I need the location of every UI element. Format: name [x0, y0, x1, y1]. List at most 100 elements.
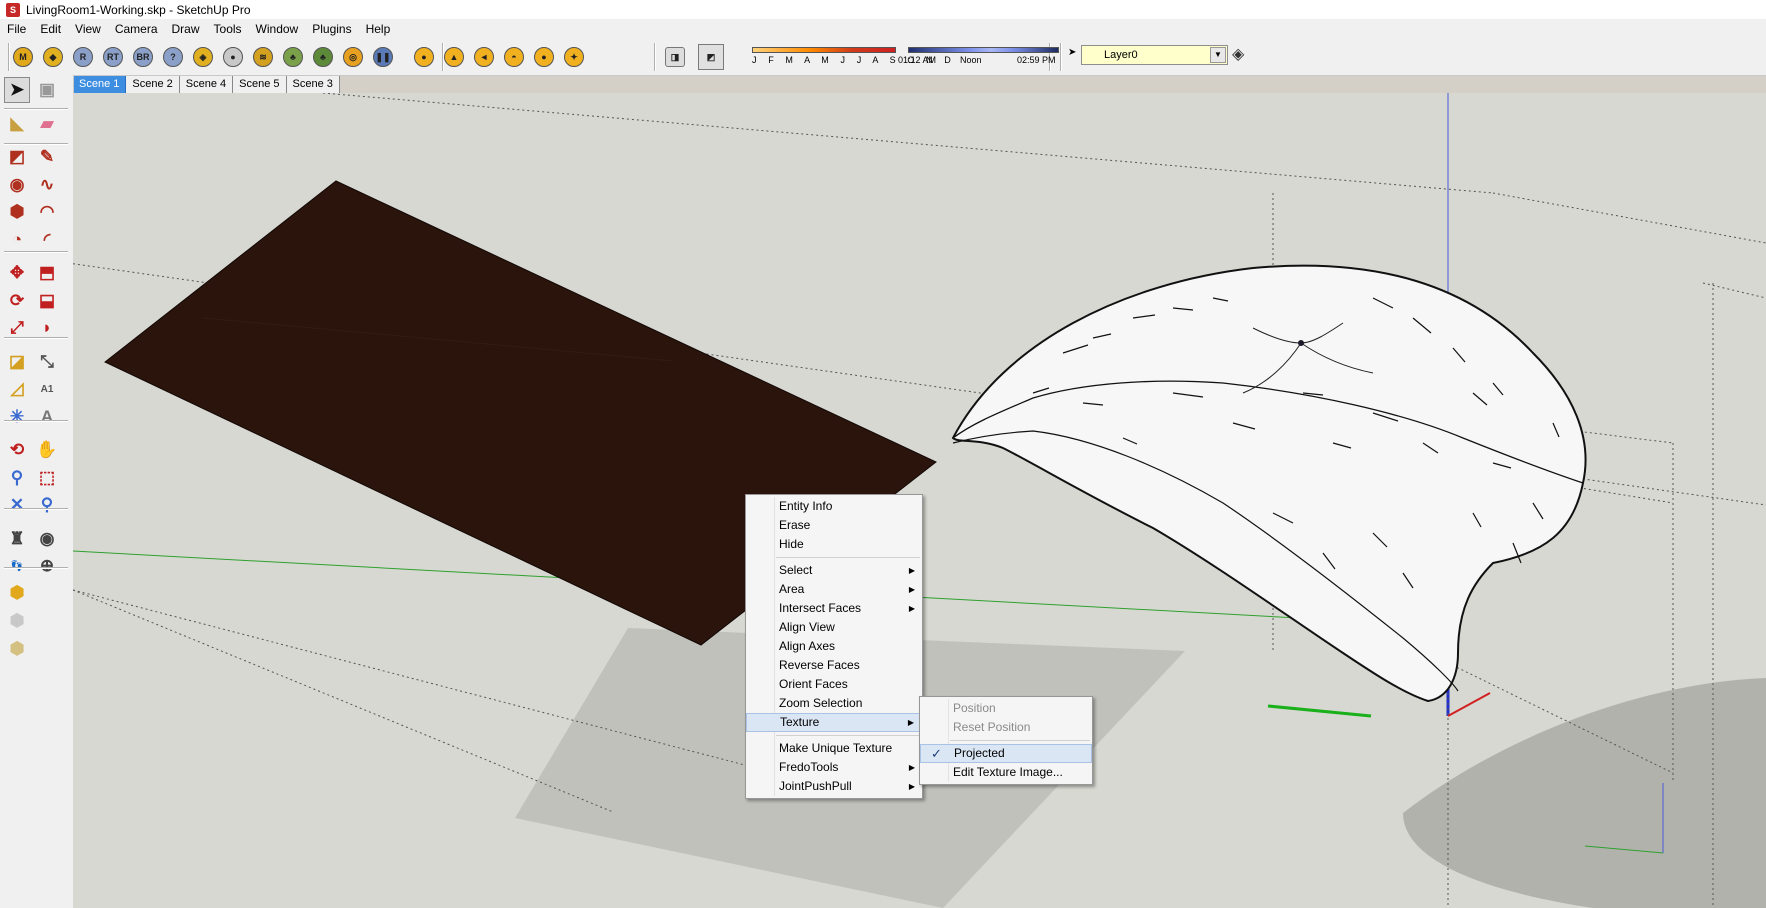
menu-item-make-unique-texture[interactable]: Make Unique Texture [746, 739, 922, 758]
tape-measure-button[interactable]: ◪ [4, 349, 30, 375]
scene-tab-scene-5[interactable]: Scene 5 [233, 76, 287, 93]
get-models-button[interactable]: ⬢ [4, 636, 30, 662]
br-render-button[interactable]: BR [130, 44, 156, 70]
menu-item-select[interactable]: Select ▶ [746, 561, 922, 580]
move-tool-button[interactable]: ✥ [4, 260, 30, 286]
dome-button[interactable]: ◓ [501, 44, 527, 70]
menu-item-align-view[interactable]: Align View [746, 618, 922, 637]
menu-item-hide[interactable]: Hide [746, 535, 922, 554]
eraser-button[interactable]: ▰ [34, 111, 60, 137]
3d-text-button[interactable]: A [34, 404, 60, 430]
menu-item-orient-faces[interactable]: Orient Faces [746, 675, 922, 694]
menu-item-zoom-selection[interactable]: Zoom Selection [746, 694, 922, 713]
menu-window[interactable]: Window [249, 22, 306, 36]
previous-view-button[interactable]: ⚲ [34, 492, 60, 518]
menu-draw[interactable]: Draw [165, 22, 207, 36]
fence-button[interactable]: ≋ [250, 44, 276, 70]
share-model-button[interactable]: ⬢ [4, 608, 30, 634]
scene-tab-scene-1[interactable]: Scene 1 [73, 76, 127, 93]
tag-icon: ◈ [193, 47, 213, 67]
freehand-tool-button[interactable]: ∿ [34, 172, 60, 198]
shadow-time-slider[interactable] [908, 47, 1059, 53]
scene-tab-scene-3[interactable]: Scene 3 [286, 76, 340, 93]
menu-item-erase[interactable]: Erase [746, 516, 922, 535]
globe-light-button[interactable]: ● [531, 44, 557, 70]
menu-item-align-axes[interactable]: Align Axes [746, 637, 922, 656]
make-component-button[interactable]: ▣ [34, 77, 60, 103]
menu-view[interactable]: View [68, 22, 108, 36]
menu-file[interactable]: File [0, 22, 33, 36]
spotlight-button[interactable]: ◄ [471, 44, 497, 70]
menu-plugins[interactable]: Plugins [305, 22, 358, 36]
rotate-tool-button[interactable]: ⟳ [4, 288, 30, 314]
tree-button[interactable]: ♣ [280, 44, 306, 70]
layer-manager-icon[interactable]: ◈ [1232, 44, 1254, 66]
shadow-settings-button[interactable]: ◨ [662, 44, 688, 70]
menu-item-label: Entity Info [779, 499, 833, 513]
arc-tool-button[interactable]: ◠ [34, 199, 60, 225]
text-tool-button[interactable]: A1 [34, 376, 60, 402]
position-camera-button[interactable]: ♜ [4, 526, 30, 552]
shadow-month-slider[interactable] [752, 47, 896, 53]
circle-tool-button[interactable]: ◉ [4, 172, 30, 198]
rectangle-tool-button[interactable]: ◩ [4, 144, 30, 170]
menu-item-texture[interactable]: Texture ▶ [746, 713, 922, 732]
warehouse-button[interactable]: ⬢ [4, 580, 30, 606]
paint-bucket-button[interactable]: ◣ [4, 111, 30, 137]
forest-button[interactable]: ♣ [310, 44, 336, 70]
layer-dropdown[interactable]: Layer0 ▼ [1081, 45, 1228, 65]
polygon-tool-button[interactable]: ⬢ [4, 199, 30, 225]
walk-tool-button[interactable]: 👣 [4, 553, 30, 579]
menu-item-fredotools[interactable]: FredoTools ▶ [746, 758, 922, 777]
menu-item-intersect-faces[interactable]: Intersect Faces ▶ [746, 599, 922, 618]
display-shadows-toggle[interactable]: ◩ [698, 44, 724, 70]
scene-tab-scene-2[interactable]: Scene 2 [126, 76, 180, 93]
chevron-down-icon[interactable]: ▼ [1210, 47, 1226, 63]
point-light-button[interactable]: ✦ [561, 44, 587, 70]
rt-render-button[interactable]: RT [100, 44, 126, 70]
menu-item-entity-info[interactable]: Entity Info [746, 497, 922, 516]
follow-me-button[interactable]: ⬓ [34, 288, 60, 314]
arc-2-tool-button[interactable]: ◜ [34, 227, 60, 253]
menu-camera[interactable]: Camera [108, 22, 165, 36]
light-button[interactable]: ▲ [441, 44, 467, 70]
sphere-button[interactable]: ● [220, 44, 246, 70]
menu-item-reverse-faces[interactable]: Reverse Faces [746, 656, 922, 675]
menu-item-area[interactable]: Area ▶ [746, 580, 922, 599]
cushion-model[interactable] [951, 264, 1587, 703]
menu-item-edit-texture-image[interactable]: Edit Texture Image... [920, 763, 1092, 782]
zoom-window-button[interactable]: ⬚ [34, 465, 60, 491]
look-around-button[interactable]: ◉ [34, 526, 60, 552]
menu-edit[interactable]: Edit [33, 22, 68, 36]
m-plugin-button[interactable]: M [10, 44, 36, 70]
eraser-icon: ▰ [40, 113, 54, 133]
title-bar: S LivingRoom1-Working.skp - SketchUp Pro [0, 0, 1766, 19]
zoom-window-icon: ⬚ [38, 467, 56, 487]
axes-tool-button[interactable]: ✳ [4, 404, 30, 430]
scene-tab-scene-4[interactable]: Scene 4 [179, 76, 234, 93]
menu-tools[interactable]: Tools [207, 22, 249, 36]
zoom-tool-button[interactable]: ⚲ [4, 465, 30, 491]
pan-tool-button[interactable]: ✋ [34, 437, 60, 463]
help-button[interactable]: ? [160, 44, 186, 70]
pie-tool-button[interactable]: ◔ [4, 227, 30, 253]
forest-icon: ♣ [313, 47, 333, 67]
r-render-button[interactable]: R [70, 44, 96, 70]
sun-sphere-icon: ● [414, 47, 434, 67]
pause-button[interactable]: ❚❚ [370, 44, 396, 70]
push-pull-button[interactable]: ⬒ [34, 260, 60, 286]
select-tool-button[interactable]: ➤ [4, 77, 30, 103]
target-button[interactable]: ◎ [340, 44, 366, 70]
sun-sphere-button[interactable]: ● [411, 44, 437, 70]
orbit-tool-button[interactable]: ⟲ [4, 437, 30, 463]
dimension-tool-button[interactable]: ⤡ [34, 349, 60, 375]
menu-item-jointpushpull[interactable]: JointPushPull ▶ [746, 777, 922, 796]
menu-item-projected[interactable]: ✓ Projected [920, 744, 1092, 763]
menu-help[interactable]: Help [359, 22, 398, 36]
protractor-button[interactable]: ◿ [4, 376, 30, 402]
line-tool-button[interactable]: ✎ [34, 144, 60, 170]
tag-button[interactable]: ◈ [190, 44, 216, 70]
gem-button[interactable]: ◆ [40, 44, 66, 70]
section-plane-button[interactable]: ⊕ [34, 553, 60, 579]
zoom-extents-button[interactable]: ✕ [4, 492, 30, 518]
